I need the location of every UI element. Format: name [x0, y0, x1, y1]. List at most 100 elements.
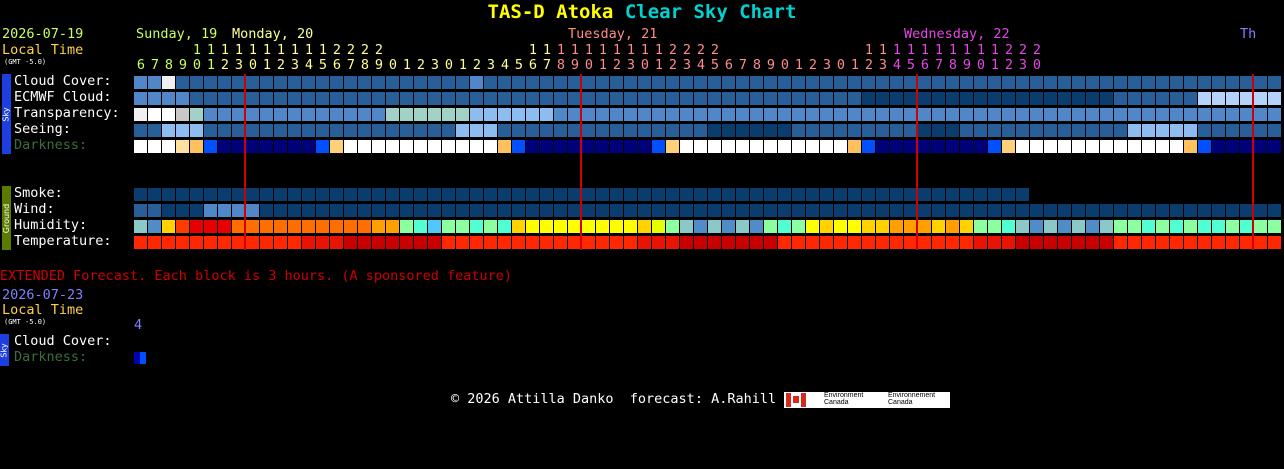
smoke-cell[interactable] — [764, 188, 777, 201]
wind-cell[interactable] — [792, 204, 805, 217]
humidity-cell[interactable] — [414, 220, 427, 233]
darkness-cell[interactable] — [806, 140, 819, 153]
temperature-cell[interactable] — [218, 236, 231, 249]
wind-cell[interactable] — [918, 204, 931, 217]
humidity-cell[interactable] — [218, 220, 231, 233]
humidity-cell[interactable] — [1212, 220, 1225, 233]
cloud-cover-cell[interactable] — [1030, 76, 1043, 89]
transparency-cell[interactable] — [372, 108, 385, 121]
wind-cell[interactable] — [358, 204, 371, 217]
darkness-cell[interactable] — [372, 140, 385, 153]
transparency-cell[interactable] — [358, 108, 371, 121]
seeing-cell[interactable] — [666, 124, 679, 137]
darkness-cell[interactable] — [974, 140, 987, 153]
seeing-cell[interactable] — [1268, 124, 1281, 137]
darkness-cell[interactable] — [1142, 140, 1155, 153]
ecmwf-cloud-cell[interactable] — [162, 92, 175, 105]
wind-cell[interactable] — [274, 204, 287, 217]
cloud-cover-cell[interactable] — [414, 76, 427, 89]
ecmwf-cloud-cell[interactable] — [1002, 92, 1015, 105]
darkness-cell[interactable] — [302, 140, 315, 153]
humidity-cell[interactable] — [666, 220, 679, 233]
temperature-cell[interactable] — [316, 236, 329, 249]
transparency-cell[interactable] — [442, 108, 455, 121]
transparency-cell[interactable] — [540, 108, 553, 121]
temperature-cell[interactable] — [1058, 236, 1071, 249]
humidity-cell[interactable] — [1002, 220, 1015, 233]
wind-cell[interactable] — [1184, 204, 1197, 217]
seeing-cell[interactable] — [764, 124, 777, 137]
smoke-cell[interactable] — [624, 188, 637, 201]
cloud-cover-cell[interactable] — [456, 76, 469, 89]
transparency-cell[interactable] — [1268, 108, 1281, 121]
wind-cell[interactable] — [316, 204, 329, 217]
seeing-cell[interactable] — [624, 124, 637, 137]
darkness-cell[interactable] — [316, 140, 329, 153]
seeing-cell[interactable] — [386, 124, 399, 137]
smoke-cell[interactable] — [750, 188, 763, 201]
humidity-cell[interactable] — [498, 220, 511, 233]
humidity-cell[interactable] — [806, 220, 819, 233]
ecmwf-cloud-cell[interactable] — [988, 92, 1001, 105]
seeing-cell[interactable] — [162, 124, 175, 137]
darkness-cell[interactable] — [1086, 140, 1099, 153]
temperature-cell[interactable] — [1254, 236, 1267, 249]
temperature-cell[interactable] — [540, 236, 553, 249]
humidity-cell[interactable] — [932, 220, 945, 233]
cloud-cover-cell[interactable] — [848, 76, 861, 89]
humidity-cell[interactable] — [1198, 220, 1211, 233]
temperature-cell[interactable] — [1086, 236, 1099, 249]
humidity-cell[interactable] — [260, 220, 273, 233]
smoke-cell[interactable] — [288, 188, 301, 201]
seeing-cell[interactable] — [428, 124, 441, 137]
humidity-cell[interactable] — [736, 220, 749, 233]
wind-cell[interactable] — [498, 204, 511, 217]
transparency-cell[interactable] — [344, 108, 357, 121]
ecmwf-cloud-cell[interactable] — [932, 92, 945, 105]
seeing-cell[interactable] — [498, 124, 511, 137]
ecmwf-cloud-cell[interactable] — [190, 92, 203, 105]
temperature-cell[interactable] — [918, 236, 931, 249]
ecmwf-cloud-cell[interactable] — [1114, 92, 1127, 105]
cloud-cover-cell[interactable] — [1254, 76, 1267, 89]
darkness-cell[interactable] — [176, 140, 189, 153]
smoke-cell[interactable] — [918, 188, 931, 201]
transparency-cell[interactable] — [1114, 108, 1127, 121]
cloud-cover-cell[interactable] — [1128, 76, 1141, 89]
humidity-cell[interactable] — [876, 220, 889, 233]
ecmwf-cloud-cell[interactable] — [148, 92, 161, 105]
wind-cell[interactable] — [176, 204, 189, 217]
temperature-cell[interactable] — [246, 236, 259, 249]
transparency-cell[interactable] — [932, 108, 945, 121]
smoke-cell[interactable] — [246, 188, 259, 201]
cloud-cover-cell[interactable] — [1016, 76, 1029, 89]
seeing-cell[interactable] — [610, 124, 623, 137]
temperature-cell[interactable] — [414, 236, 427, 249]
temperature-cell[interactable] — [1128, 236, 1141, 249]
ecmwf-cloud-cell[interactable] — [764, 92, 777, 105]
transparency-cell[interactable] — [218, 108, 231, 121]
ecmwf-cloud-cell[interactable] — [1100, 92, 1113, 105]
cloud-cover-cell[interactable] — [554, 76, 567, 89]
darkness-cell[interactable] — [554, 140, 567, 153]
ecmwf-cloud-cell[interactable] — [442, 92, 455, 105]
temperature-cell[interactable] — [1156, 236, 1169, 249]
temperature-cell[interactable] — [330, 236, 343, 249]
seeing-cell[interactable] — [862, 124, 875, 137]
humidity-cell[interactable] — [1156, 220, 1169, 233]
seeing-cell[interactable] — [1016, 124, 1029, 137]
transparency-cell[interactable] — [512, 108, 525, 121]
seeing-cell[interactable] — [834, 124, 847, 137]
humidity-cell[interactable] — [708, 220, 721, 233]
temperature-cell[interactable] — [260, 236, 273, 249]
ecmwf-cloud-cell[interactable] — [1016, 92, 1029, 105]
temperature-cell[interactable] — [834, 236, 847, 249]
wind-cell[interactable] — [1016, 204, 1029, 217]
darkness-cell[interactable] — [1184, 140, 1197, 153]
wind-cell[interactable] — [246, 204, 259, 217]
cloud-cover-cell[interactable] — [1156, 76, 1169, 89]
seeing-cell[interactable] — [1086, 124, 1099, 137]
temperature-cell[interactable] — [946, 236, 959, 249]
wind-cell[interactable] — [834, 204, 847, 217]
ecmwf-cloud-cell[interactable] — [1268, 92, 1281, 105]
